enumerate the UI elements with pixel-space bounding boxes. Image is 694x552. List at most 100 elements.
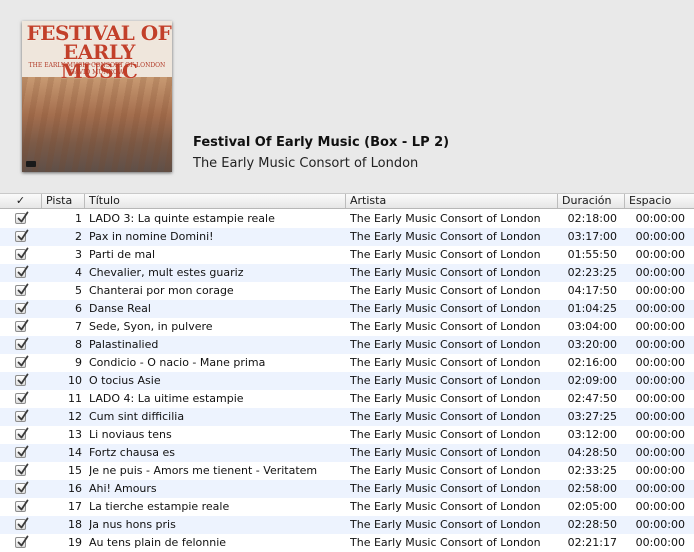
checkmark-icon bbox=[17, 481, 29, 493]
album-artist: The Early Music Consort of London bbox=[193, 156, 419, 171]
track-title: Fortz chausa es bbox=[89, 446, 175, 459]
track-checkbox[interactable] bbox=[15, 247, 29, 260]
track-number: 17 bbox=[68, 500, 82, 513]
checkmark-icon bbox=[17, 373, 29, 385]
track-space: 00:00:00 bbox=[635, 518, 685, 531]
track-checkbox[interactable] bbox=[15, 481, 29, 494]
track-artist: The Early Music Consort of London bbox=[350, 482, 541, 495]
track-artist: The Early Music Consort of London bbox=[350, 374, 541, 387]
table-row[interactable]: 17 La tierche estampie reale The Early Mus… bbox=[0, 498, 694, 516]
table-row[interactable]: 15 Je ne puis - Amors me tienent - Verita… bbox=[0, 462, 694, 480]
track-checkbox[interactable] bbox=[15, 283, 29, 296]
table-row[interactable]: 4 Chevalier, mult estes guariz The Early M… bbox=[0, 264, 694, 282]
album-cover: FESTIVAL OF EARLY MUSIC THE EARLY MUSIC … bbox=[22, 21, 172, 172]
track-checkbox[interactable] bbox=[15, 409, 29, 422]
track-checkbox[interactable] bbox=[15, 373, 29, 386]
track-number: 1 bbox=[75, 212, 82, 225]
table-row[interactable]: 2 Pax in nomine Domini! The Early Music Co… bbox=[0, 228, 694, 246]
track-artist: The Early Music Consort of London bbox=[350, 536, 541, 549]
app-window: FESTIVAL OF EARLY MUSIC THE EARLY MUSIC … bbox=[0, 0, 694, 552]
column-header-track[interactable]: Pista bbox=[42, 194, 85, 208]
table-row[interactable]: 6 Danse Real The Early Music Consort of Lo… bbox=[0, 300, 694, 318]
track-duration: 02:16:00 bbox=[567, 356, 617, 369]
track-artist: The Early Music Consort of London bbox=[350, 266, 541, 279]
track-space: 00:00:00 bbox=[635, 320, 685, 333]
checkmark-icon bbox=[17, 247, 29, 259]
track-number: 7 bbox=[75, 320, 82, 333]
track-duration: 04:28:50 bbox=[567, 446, 617, 459]
track-checkbox[interactable] bbox=[15, 427, 29, 440]
track-duration: 04:17:50 bbox=[567, 284, 617, 297]
table-row[interactable]: 18 Ja nus hons pris The Early Music Consor… bbox=[0, 516, 694, 534]
checkmark-icon bbox=[17, 535, 29, 547]
track-number: 3 bbox=[75, 248, 82, 261]
track-checkbox[interactable] bbox=[15, 319, 29, 332]
track-checkbox[interactable] bbox=[15, 499, 29, 512]
column-header-space[interactable]: Espacio bbox=[625, 194, 694, 208]
track-duration: 02:21:17 bbox=[567, 536, 617, 549]
track-title: Pax in nomine Domini! bbox=[89, 230, 214, 243]
track-number: 11 bbox=[68, 392, 82, 405]
track-duration: 02:09:00 bbox=[567, 374, 617, 387]
table-row[interactable]: 8 Palastinalied The Early Music Consort of… bbox=[0, 336, 694, 354]
track-checkbox[interactable] bbox=[15, 337, 29, 350]
track-checkbox[interactable] bbox=[15, 355, 29, 368]
table-row[interactable]: 5 Chanterai por mon corage The Early Music… bbox=[0, 282, 694, 300]
table-row[interactable]: 9 Condicio - O nacio - Mane prima The Earl… bbox=[0, 354, 694, 372]
checkmark-icon bbox=[17, 463, 29, 475]
track-artist: The Early Music Consort of London bbox=[350, 248, 541, 261]
track-number: 8 bbox=[75, 338, 82, 351]
column-header-check[interactable]: ✓ bbox=[0, 194, 42, 208]
table-row[interactable]: 7 Sede, Syon, in pulvere The Early Music C… bbox=[0, 318, 694, 336]
track-checkbox[interactable] bbox=[15, 391, 29, 404]
track-checkbox[interactable] bbox=[15, 211, 29, 224]
table-row[interactable]: 12 Cum sint difficilia The Early Music Con… bbox=[0, 408, 694, 426]
column-header-title[interactable]: Título bbox=[85, 194, 346, 208]
track-duration: 02:28:50 bbox=[567, 518, 617, 531]
track-duration: 03:27:25 bbox=[567, 410, 617, 423]
track-checkbox[interactable] bbox=[15, 517, 29, 530]
track-artist: The Early Music Consort of London bbox=[350, 392, 541, 405]
track-space: 00:00:00 bbox=[635, 230, 685, 243]
track-checkbox[interactable] bbox=[15, 445, 29, 458]
table-row[interactable]: 19 Au tens plain de felonnie The Early Mus… bbox=[0, 534, 694, 552]
track-duration: 02:58:00 bbox=[567, 482, 617, 495]
record-label-logo bbox=[26, 161, 36, 167]
table-row[interactable]: 16 Ahi! Amours The Early Music Consort of … bbox=[0, 480, 694, 498]
track-title: Je ne puis - Amors me tienent - Veritate… bbox=[89, 464, 318, 477]
track-duration: 02:05:00 bbox=[567, 500, 617, 513]
track-checkbox[interactable] bbox=[15, 265, 29, 278]
track-number: 18 bbox=[68, 518, 82, 531]
track-title: Cum sint difficilia bbox=[89, 410, 185, 423]
track-checkbox[interactable] bbox=[15, 229, 29, 242]
track-title: Ja nus hons pris bbox=[89, 518, 176, 531]
track-space: 00:00:00 bbox=[635, 338, 685, 351]
track-checkbox[interactable] bbox=[15, 535, 29, 548]
track-number: 10 bbox=[68, 374, 82, 387]
track-checkbox[interactable] bbox=[15, 463, 29, 476]
track-artist: The Early Music Consort of London bbox=[350, 320, 541, 333]
table-row[interactable]: 10 O tocius Asie The Early Music Consort o… bbox=[0, 372, 694, 390]
track-list-header: ✓ Pista Título Artista Duración Espacio bbox=[0, 194, 694, 209]
track-artist: The Early Music Consort of London bbox=[350, 428, 541, 441]
track-space: 00:00:00 bbox=[635, 500, 685, 513]
track-checkbox[interactable] bbox=[15, 301, 29, 314]
checkmark-icon bbox=[17, 445, 29, 457]
track-artist: The Early Music Consort of London bbox=[350, 446, 541, 459]
track-duration: 02:23:25 bbox=[567, 266, 617, 279]
checkmark-icon bbox=[17, 499, 29, 511]
table-row[interactable]: 13 Li noviaus tens The Early Music Consort… bbox=[0, 426, 694, 444]
track-space: 00:00:00 bbox=[635, 464, 685, 477]
table-row[interactable]: 11 LADO 4: La uitime estampie The Early Mu… bbox=[0, 390, 694, 408]
table-row[interactable]: 3 Parti de mal The Early Music Consort of … bbox=[0, 246, 694, 264]
column-header-duration[interactable]: Duración bbox=[558, 194, 625, 208]
column-header-artist[interactable]: Artista bbox=[346, 194, 558, 208]
checkmark-icon bbox=[17, 391, 29, 403]
track-title: Condicio - O nacio - Mane prima bbox=[89, 356, 266, 369]
table-row[interactable]: 14 Fortz chausa es The Early Music Consort… bbox=[0, 444, 694, 462]
track-artist: The Early Music Consort of London bbox=[350, 518, 541, 531]
track-artist: The Early Music Consort of London bbox=[350, 500, 541, 513]
track-title: Chanterai por mon corage bbox=[89, 284, 234, 297]
track-number: 14 bbox=[68, 446, 82, 459]
table-row[interactable]: 1 LADO 3: La quinte estampie reale The Ear… bbox=[0, 210, 694, 228]
